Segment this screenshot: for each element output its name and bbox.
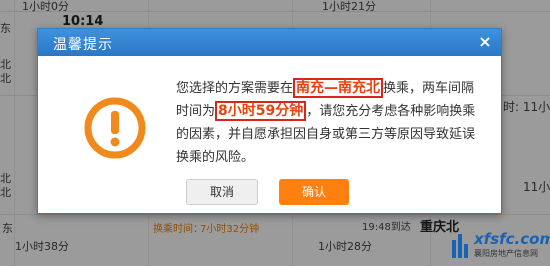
cancel-button[interactable]: 取消	[186, 179, 258, 205]
confirm-button[interactable]: 确认	[279, 179, 349, 205]
dialog-message: 您选择的方案需要在 南充—南充北 换乘，两车间隔时间为 8小时59分钟 ，请您充分考虑各…	[176, 77, 476, 169]
message-text: 您选择的方案需要在	[176, 81, 294, 96]
watermark-subtitle: 襄阳房地产信息网	[474, 249, 538, 258]
transfer-time-highlight: 8小时59分钟	[215, 101, 307, 121]
exclamation-circle-icon	[84, 97, 146, 159]
dialog-header: 温馨提示 ×	[38, 29, 501, 56]
warning-dialog: 温馨提示 × 您选择的方案需要在 南充—南充北 换乘，两车间隔时间为 8小时59分钟，…	[37, 28, 502, 214]
transfer-station-highlight: 南充—南充北	[293, 78, 384, 98]
site-watermark: xfsfc.com 襄阳房地产信息网	[450, 230, 550, 262]
watermark-logo-text: xfsfc.com	[474, 230, 550, 248]
building-logo-icon	[452, 234, 468, 258]
dialog-title: 温馨提示	[53, 37, 113, 53]
close-icon[interactable]: ×	[477, 34, 493, 50]
